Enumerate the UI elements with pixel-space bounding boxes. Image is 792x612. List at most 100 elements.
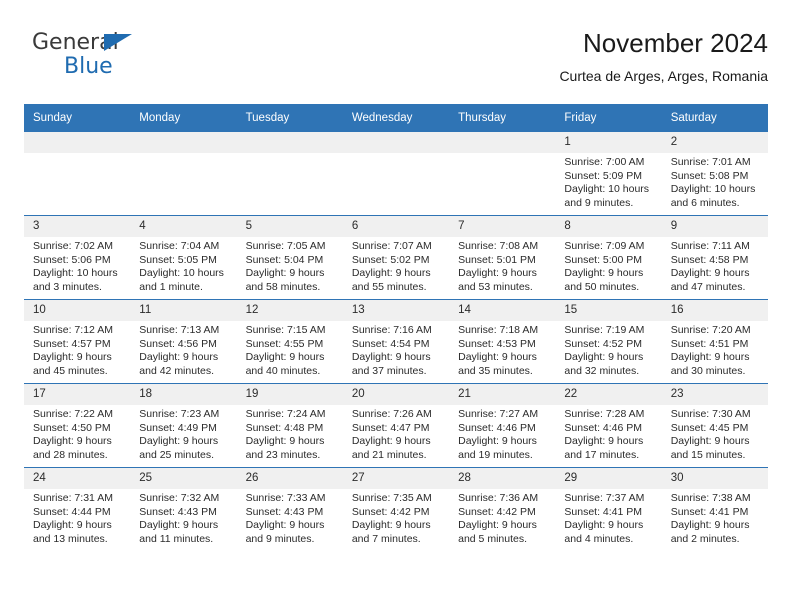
- day-number: 20: [342, 384, 450, 405]
- calendar-day-cell[interactable]: 17 Sunrise: 7:22 AM Sunset: 4:50 PM Dayligh…: [24, 383, 131, 468]
- calendar-day-cell[interactable]: 6 Sunrise: 7:07 AM Sunset: 5:02 PM Daylight…: [342, 215, 450, 300]
- calendar-day-cell[interactable]: 28 Sunrise: 7:36 AM Sunset: 4:42 PM Dayligh…: [449, 467, 556, 551]
- daylight-text: Daylight: 9 hours and 13 minutes.: [33, 519, 112, 545]
- sunset-text: Sunset: 5:02 PM: [351, 253, 430, 266]
- calendar-week-row: 10 Sunrise: 7:12 AM Sunset: 4:57 PM Dayligh…: [24, 299, 768, 384]
- daylight-text: Daylight: 9 hours and 58 minutes.: [245, 267, 325, 293]
- day-cell-content: 3 Sunrise: 7:02 AM Sunset: 5:06 PM Daylight…: [24, 216, 131, 299]
- day-sun-info: Sunrise: 7:19 AM Sunset: 4:52 PM Daylight:…: [555, 321, 661, 378]
- day-cell-content: 2 Sunrise: 7:01 AM Sunset: 5:08 PM Daylight…: [661, 132, 768, 215]
- sunrise-text: Sunrise: 7:26 AM: [351, 408, 432, 420]
- calendar-day-cell[interactable]: 2 Sunrise: 7:01 AM Sunset: 5:08 PM Daylight…: [661, 132, 768, 216]
- day-number: 29: [555, 468, 662, 489]
- sunrise-text: Sunrise: 7:36 AM: [458, 492, 539, 504]
- day-number: 2: [661, 132, 768, 153]
- sunrise-text: Sunrise: 7:27 AM: [458, 408, 539, 420]
- sunrise-text: Sunrise: 7:15 AM: [245, 324, 326, 336]
- calendar-day-cell-empty: [236, 132, 343, 216]
- sunset-text: Sunset: 4:43 PM: [139, 505, 217, 518]
- day-number: 21: [449, 384, 556, 405]
- day-sun-info: Sunrise: 7:24 AM Sunset: 4:48 PM Daylight:…: [237, 405, 343, 462]
- day-sun-info: Sunrise: 7:31 AM Sunset: 4:44 PM Daylight:…: [24, 489, 130, 546]
- calendar-day-cell[interactable]: 14 Sunrise: 7:18 AM Sunset: 4:53 PM Dayligh…: [449, 299, 556, 384]
- day-number: 3: [24, 216, 131, 237]
- sunset-text: Sunset: 4:48 PM: [245, 421, 324, 434]
- brand-logo-top: General: [32, 30, 252, 56]
- day-cell-content: 10 Sunrise: 7:12 AM Sunset: 4:57 PM Dayligh…: [24, 300, 131, 383]
- calendar-day-cell[interactable]: 22 Sunrise: 7:28 AM Sunset: 4:46 PM Dayligh…: [555, 383, 662, 468]
- day-cell-content: 1 Sunrise: 7:00 AM Sunset: 5:09 PM Daylight…: [555, 132, 662, 215]
- calendar-day-cell[interactable]: 5 Sunrise: 7:05 AM Sunset: 5:04 PM Daylight…: [236, 215, 343, 300]
- calendar-day-cell[interactable]: 1 Sunrise: 7:00 AM Sunset: 5:09 PM Daylight…: [555, 132, 662, 216]
- sunset-text: Sunset: 4:56 PM: [139, 337, 217, 350]
- daylight-text: Daylight: 10 hours and 3 minutes.: [33, 267, 118, 293]
- day-number: [24, 132, 131, 153]
- calendar-week-row: 1 Sunrise: 7:00 AM Sunset: 5:09 PM Daylight…: [24, 132, 768, 216]
- calendar-day-cell[interactable]: 13 Sunrise: 7:16 AM Sunset: 4:54 PM Dayligh…: [342, 299, 450, 384]
- calendar-day-cell[interactable]: 30 Sunrise: 7:38 AM Sunset: 4:41 PM Dayligh…: [661, 467, 768, 551]
- day-number: 30: [661, 468, 768, 489]
- day-cell-content: 30 Sunrise: 7:38 AM Sunset: 4:41 PM Dayligh…: [661, 468, 768, 551]
- day-number: 24: [24, 468, 131, 489]
- day-number: 7: [449, 216, 556, 237]
- brand-logo[interactable]: General Blue: [32, 30, 252, 86]
- calendar-day-cell[interactable]: 8 Sunrise: 7:09 AM Sunset: 5:00 PM Daylight…: [555, 215, 662, 300]
- day-number: 11: [130, 300, 237, 321]
- calendar-day-cell[interactable]: 19 Sunrise: 7:24 AM Sunset: 4:48 PM Dayligh…: [236, 383, 343, 468]
- calendar-body: 1 Sunrise: 7:00 AM Sunset: 5:09 PM Daylight…: [24, 132, 768, 551]
- calendar-day-cell[interactable]: 12 Sunrise: 7:15 AM Sunset: 4:55 PM Dayligh…: [236, 299, 343, 384]
- sunset-text: Sunset: 4:47 PM: [351, 421, 430, 434]
- daylight-text: Daylight: 9 hours and 30 minutes.: [670, 351, 750, 377]
- day-cell-content: 11 Sunrise: 7:13 AM Sunset: 4:56 PM Dayligh…: [130, 300, 237, 383]
- day-number: 17: [24, 384, 131, 405]
- calendar-day-cell[interactable]: 20 Sunrise: 7:26 AM Sunset: 4:47 PM Dayligh…: [342, 383, 450, 468]
- sunrise-text: Sunrise: 7:24 AM: [245, 408, 326, 420]
- page-subtitle: Curtea de Arges, Arges, Romania: [559, 68, 768, 84]
- calendar-day-cell-empty: [342, 132, 450, 216]
- calendar-day-cell[interactable]: 9 Sunrise: 7:11 AM Sunset: 4:58 PM Daylight…: [661, 215, 768, 300]
- day-sun-info: Sunrise: 7:37 AM Sunset: 4:41 PM Daylight:…: [555, 489, 661, 546]
- day-number: 16: [661, 300, 768, 321]
- sunrise-text: Sunrise: 7:09 AM: [564, 240, 645, 252]
- calendar-day-cell[interactable]: 4 Sunrise: 7:04 AM Sunset: 5:05 PM Daylight…: [130, 215, 237, 300]
- calendar-day-cell[interactable]: 26 Sunrise: 7:33 AM Sunset: 4:43 PM Dayligh…: [236, 467, 343, 551]
- daylight-text: Daylight: 9 hours and 35 minutes.: [458, 351, 537, 377]
- day-cell-content: [236, 132, 343, 215]
- weekday-header-friday: Friday: [555, 104, 662, 132]
- daylight-text: Daylight: 9 hours and 50 minutes.: [564, 267, 644, 293]
- sunset-text: Sunset: 4:41 PM: [564, 505, 643, 518]
- calendar-day-cell[interactable]: 23 Sunrise: 7:30 AM Sunset: 4:45 PM Dayligh…: [661, 383, 768, 468]
- weekday-header-tuesday: Tuesday: [236, 104, 343, 132]
- calendar-day-cell[interactable]: 27 Sunrise: 7:35 AM Sunset: 4:42 PM Dayligh…: [342, 467, 450, 551]
- sunset-text: Sunset: 5:04 PM: [245, 253, 324, 266]
- day-cell-content: 27 Sunrise: 7:35 AM Sunset: 4:42 PM Dayligh…: [342, 468, 450, 551]
- sunset-text: Sunset: 4:58 PM: [670, 253, 749, 266]
- calendar-day-cell-empty: [130, 132, 237, 216]
- calendar-day-cell[interactable]: 24 Sunrise: 7:31 AM Sunset: 4:44 PM Dayligh…: [24, 467, 131, 551]
- sunset-text: Sunset: 4:41 PM: [670, 505, 749, 518]
- daylight-text: Daylight: 9 hours and 17 minutes.: [564, 435, 644, 461]
- day-sun-info: Sunrise: 7:12 AM Sunset: 4:57 PM Daylight:…: [24, 321, 130, 378]
- calendar-page: General Blue November 2024 Curtea de Arg…: [0, 0, 792, 612]
- calendar-day-cell[interactable]: 21 Sunrise: 7:27 AM Sunset: 4:46 PM Dayligh…: [449, 383, 556, 468]
- calendar-day-cell[interactable]: 29 Sunrise: 7:37 AM Sunset: 4:41 PM Dayligh…: [555, 467, 662, 551]
- sunrise-text: Sunrise: 7:32 AM: [139, 492, 220, 504]
- calendar-day-cell[interactable]: 11 Sunrise: 7:13 AM Sunset: 4:56 PM Dayligh…: [130, 299, 237, 384]
- calendar-day-cell[interactable]: 7 Sunrise: 7:08 AM Sunset: 5:01 PM Daylight…: [449, 215, 556, 300]
- daylight-text: Daylight: 9 hours and 28 minutes.: [33, 435, 112, 461]
- day-cell-content: [24, 132, 131, 215]
- daylight-text: Daylight: 10 hours and 1 minute.: [139, 267, 224, 293]
- calendar-day-cell[interactable]: 15 Sunrise: 7:19 AM Sunset: 4:52 PM Dayligh…: [555, 299, 662, 384]
- calendar-day-cell[interactable]: 16 Sunrise: 7:20 AM Sunset: 4:51 PM Dayligh…: [661, 299, 768, 384]
- page-title: November 2024: [583, 28, 768, 58]
- calendar-day-cell[interactable]: 10 Sunrise: 7:12 AM Sunset: 4:57 PM Dayligh…: [24, 299, 131, 384]
- calendar-day-cell[interactable]: 3 Sunrise: 7:02 AM Sunset: 5:06 PM Daylight…: [24, 215, 131, 300]
- day-sun-info: Sunrise: 7:09 AM Sunset: 5:00 PM Daylight:…: [555, 237, 661, 294]
- calendar-day-cell[interactable]: 18 Sunrise: 7:23 AM Sunset: 4:49 PM Dayligh…: [130, 383, 237, 468]
- sunset-text: Sunset: 4:51 PM: [670, 337, 749, 350]
- sunset-text: Sunset: 4:42 PM: [351, 505, 430, 518]
- daylight-text: Daylight: 9 hours and 21 minutes.: [351, 435, 431, 461]
- calendar-day-cell[interactable]: 25 Sunrise: 7:32 AM Sunset: 4:43 PM Dayligh…: [130, 467, 237, 551]
- page-header: General Blue November 2024 Curtea de Arg…: [24, 26, 768, 96]
- sunset-text: Sunset: 4:45 PM: [670, 421, 749, 434]
